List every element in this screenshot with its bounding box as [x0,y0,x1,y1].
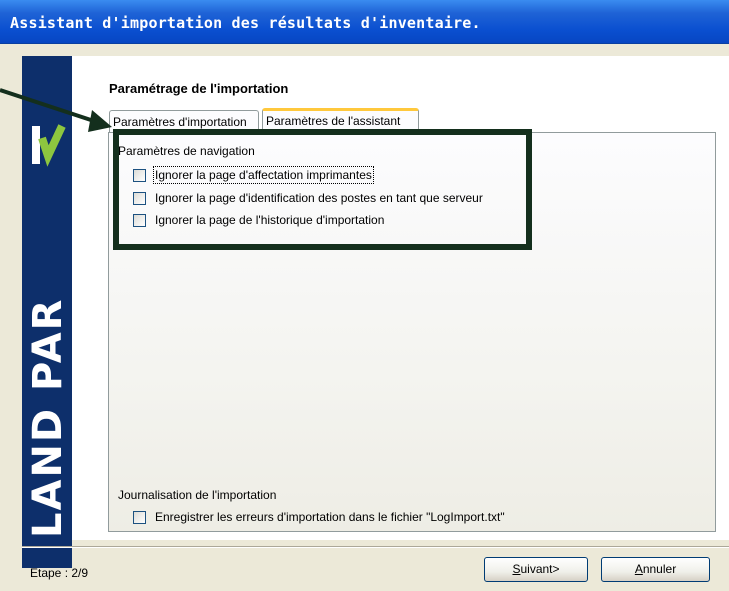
checkbox[interactable] [133,191,146,205]
section-title: Paramétrage de l'importation [109,81,289,96]
step-label: Etape : [30,566,69,580]
checkbox[interactable] [133,213,146,227]
option-label: Enregistrer les erreurs d'importation da… [155,510,505,524]
checkbox[interactable] [133,510,146,524]
next-label: uivant> [520,562,560,576]
option-log-errors[interactable]: Enregistrer les erreurs d'importation da… [133,510,505,524]
cancel-label: nnuler [642,562,677,576]
option-label: Ignorer la page d'identification des pos… [155,191,483,205]
title-bar: Assistant d'importation des résultats d'… [0,0,729,44]
cancel-accel: A [634,562,643,576]
next-button[interactable]: Suivant> [484,557,588,582]
tab-assistant-settings[interactable]: Paramètres de l'assistant [262,108,419,133]
logging-group-label: Journalisation de l'importation [118,488,277,502]
footer-separator [22,546,729,548]
checkbox[interactable] [133,168,146,182]
step-indicator: Etape : 2/9 [30,566,88,580]
tab-label: Paramètres d'importation [113,115,247,129]
window-title: Assistant d'importation des résultats d'… [10,14,481,32]
step-value: 2/9 [71,566,89,580]
option-ignore-printer-page[interactable]: Ignorer la page d'affectation imprimante… [133,166,374,184]
cancel-button[interactable]: Annuler [601,557,710,582]
annotation-arrow-icon [0,88,112,132]
logo-text: LAND PAR [25,298,71,538]
option-label: Ignorer la page de l'historique d'import… [155,213,385,227]
option-ignore-server-page[interactable]: Ignorer la page d'identification des pos… [133,191,483,205]
navigation-group-label: Paramètres de navigation [118,144,255,158]
tab-label: Paramètres de l'assistant [266,114,401,128]
option-label: Ignorer la page d'affectation imprimante… [153,166,374,184]
option-ignore-history-page[interactable]: Ignorer la page de l'historique d'import… [133,213,384,227]
tab-import-settings[interactable]: Paramètres d'importation [109,110,259,133]
